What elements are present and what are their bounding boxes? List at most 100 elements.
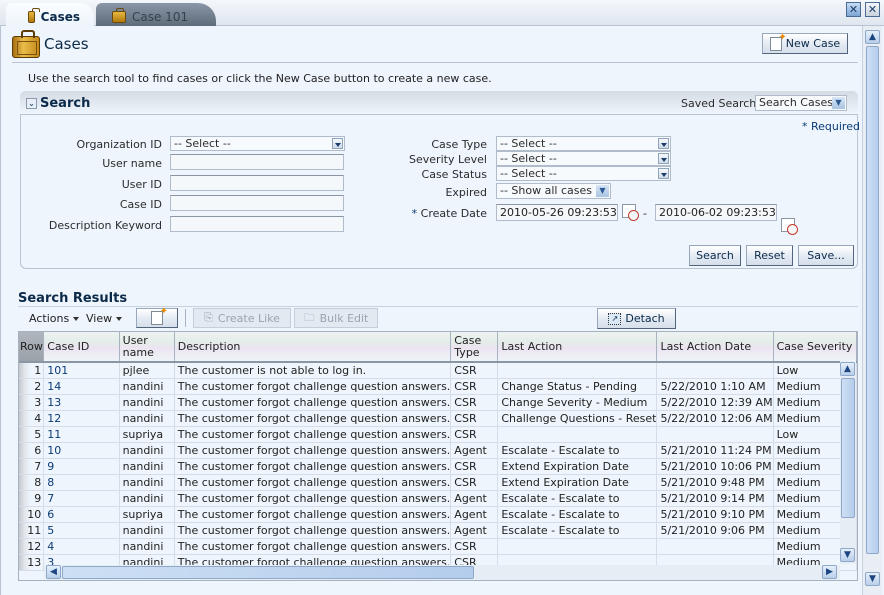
column-header-last-action-date[interactable]: Last Action Date bbox=[656, 332, 774, 363]
save-button[interactable]: Save... bbox=[798, 245, 854, 266]
search-toggle[interactable]: ⌄ Search bbox=[26, 96, 90, 111]
last-action-cell: Escalate - Escalate to bbox=[497, 490, 658, 507]
tab-cases[interactable]: Cases bbox=[6, 3, 94, 26]
description-cell: The customer forgot challenge question a… bbox=[174, 410, 452, 427]
table-row[interactable]: 7 9 nandini The customer forgot challenge q… bbox=[19, 458, 857, 475]
bulk-edit-button[interactable]: 🗀 Bulk Edit bbox=[294, 308, 378, 328]
case-type-cell: CSR bbox=[450, 458, 499, 475]
view-menu[interactable]: View bbox=[86, 312, 123, 325]
column-header-description[interactable]: Description bbox=[174, 332, 452, 363]
required-note: * Required bbox=[802, 120, 860, 133]
case-status-value: -- Select -- bbox=[500, 167, 557, 180]
row-number-cell: 2 bbox=[19, 378, 45, 395]
detach-button[interactable]: ↗ Detach bbox=[597, 308, 676, 329]
case-id-link[interactable]: 9 bbox=[43, 458, 120, 475]
calendar-icon[interactable] bbox=[781, 218, 798, 235]
organization-id-select[interactable]: -- Select -- bbox=[170, 136, 345, 151]
severity-level-select[interactable]: -- Select -- bbox=[496, 151, 671, 166]
actions-label: Actions bbox=[29, 312, 70, 325]
column-header-case-type[interactable]: Case Type bbox=[450, 332, 499, 363]
case-id-link[interactable]: 12 bbox=[43, 410, 120, 427]
scroll-up-icon[interactable]: ▲ bbox=[840, 362, 855, 376]
create-date-label-text: Create Date bbox=[420, 207, 487, 220]
saved-search-value: Search Cases bbox=[759, 96, 833, 109]
table-row[interactable]: 12 4 nandini The customer forgot challenge … bbox=[19, 538, 857, 555]
last-action-cell: Escalate - Escalate to bbox=[497, 522, 658, 539]
column-header-case-id[interactable]: Case ID bbox=[43, 332, 120, 363]
table-row[interactable]: 6 10 nandini The customer forgot challenge … bbox=[19, 442, 857, 459]
new-case-button[interactable]: New Case bbox=[762, 32, 848, 54]
user-name-cell: nandini bbox=[119, 490, 175, 507]
create-date-from-input[interactable] bbox=[496, 204, 618, 221]
actions-menu[interactable]: Actions bbox=[29, 312, 80, 325]
create-button[interactable] bbox=[136, 306, 178, 328]
reset-button[interactable]: Reset bbox=[746, 245, 793, 266]
scroll-down-icon[interactable]: ▼ bbox=[840, 548, 855, 562]
table-row[interactable]: 3 13 nandini The customer forgot challenge … bbox=[19, 394, 857, 411]
description-cell: The customer is not able to log in. bbox=[174, 362, 452, 379]
scroll-thumb[interactable] bbox=[841, 378, 855, 518]
case-id-input[interactable] bbox=[170, 195, 344, 211]
case-id-link[interactable]: 11 bbox=[43, 426, 120, 443]
last-action-date-cell bbox=[656, 538, 774, 555]
last-action-cell: Challenge Questions - Reset bbox=[497, 410, 658, 427]
table-row[interactable]: 9 7 nandini The customer forgot challenge q… bbox=[19, 490, 857, 507]
scroll-thumb[interactable] bbox=[62, 566, 474, 579]
column-header-last-action[interactable]: Last Action bbox=[497, 332, 658, 363]
saved-search-select[interactable]: Search Cases ▼ bbox=[755, 95, 847, 111]
table-row[interactable]: 4 12 nandini The customer forgot challenge … bbox=[19, 410, 857, 427]
column-header-case-severity[interactable]: Case Severity bbox=[773, 332, 857, 363]
create-like-button[interactable]: ⎘ Create Like bbox=[193, 308, 291, 328]
user-id-input[interactable] bbox=[170, 175, 344, 191]
table-vertical-scrollbar[interactable]: ▲ ▼ bbox=[840, 361, 856, 564]
scroll-right-icon[interactable]: ▶ bbox=[822, 565, 837, 579]
expired-select[interactable]: -- Show all cases -- ▼ bbox=[496, 183, 611, 199]
description-cell: The customer forgot challenge question a… bbox=[174, 506, 452, 523]
scroll-left-icon[interactable]: ◀ bbox=[46, 565, 61, 579]
case-id-link[interactable]: 10 bbox=[43, 442, 120, 459]
column-header-user-name[interactable]: User name bbox=[119, 332, 175, 363]
table-row[interactable]: 10 6 supriya The customer forgot challenge … bbox=[19, 506, 857, 523]
results-table: Row Case ID User name Description Case T… bbox=[18, 331, 858, 581]
user-name-label: User name bbox=[102, 157, 162, 170]
table-row[interactable]: 1 101 pjlee The customer is not able to log… bbox=[19, 362, 857, 379]
case-status-select[interactable]: -- Select -- bbox=[496, 166, 671, 181]
case-id-link[interactable]: 4 bbox=[43, 538, 120, 555]
search-button[interactable]: Search bbox=[689, 245, 741, 266]
severity-level-value: -- Select -- bbox=[500, 152, 557, 165]
case-type-select[interactable]: -- Select -- bbox=[496, 136, 671, 151]
user-name-input[interactable] bbox=[170, 154, 344, 170]
divider bbox=[12, 62, 858, 63]
case-id-link[interactable]: 13 bbox=[43, 394, 120, 411]
dropdown-arrow-icon bbox=[332, 138, 343, 149]
user-name-cell: nandini bbox=[119, 410, 175, 427]
case-id-link[interactable]: 8 bbox=[43, 474, 120, 491]
case-id-link[interactable]: 5 bbox=[43, 522, 120, 539]
scroll-down-icon[interactable]: ▼ bbox=[865, 572, 880, 586]
scroll-up-icon[interactable]: ▲ bbox=[865, 30, 880, 44]
close-icon[interactable]: ✕ bbox=[846, 2, 861, 17]
create-date-to-input[interactable] bbox=[655, 204, 777, 221]
intro-text: Use the search tool to find cases or cli… bbox=[28, 72, 492, 85]
case-id-link[interactable]: 7 bbox=[43, 490, 120, 507]
calendar-icon[interactable] bbox=[622, 204, 639, 221]
case-id-link[interactable]: 101 bbox=[43, 362, 120, 379]
table-row[interactable]: 11 5 nandini The customer forgot challenge … bbox=[19, 522, 857, 539]
tab-case-101[interactable]: Case 101 bbox=[96, 3, 216, 26]
description-keyword-input[interactable] bbox=[170, 216, 344, 232]
description-cell: The customer forgot challenge question a… bbox=[174, 522, 452, 539]
table-row[interactable]: 2 14 nandini The customer forgot challenge … bbox=[19, 378, 857, 395]
table-row[interactable]: 8 8 nandini The customer forgot challenge q… bbox=[19, 474, 857, 491]
case-id-link[interactable]: 6 bbox=[43, 506, 120, 523]
close-all-icon[interactable]: ✕ bbox=[865, 2, 880, 17]
last-action-date-cell: 5/21/2010 11:24 PM bbox=[656, 442, 774, 459]
column-header-row[interactable]: Row bbox=[19, 332, 45, 363]
case-id-link[interactable]: 14 bbox=[43, 378, 120, 395]
case-type-cell: CSR bbox=[450, 394, 499, 411]
page-vertical-scrollbar[interactable]: ▲ ▼ bbox=[862, 26, 882, 595]
table-row[interactable]: 5 11 supriya The customer forgot challenge … bbox=[19, 426, 857, 443]
chevron-down-icon: ▼ bbox=[832, 97, 845, 109]
scroll-thumb[interactable] bbox=[866, 46, 879, 554]
table-horizontal-scrollbar[interactable]: ◀ ▶ bbox=[44, 565, 840, 580]
case-type-cell: CSR bbox=[450, 410, 499, 427]
